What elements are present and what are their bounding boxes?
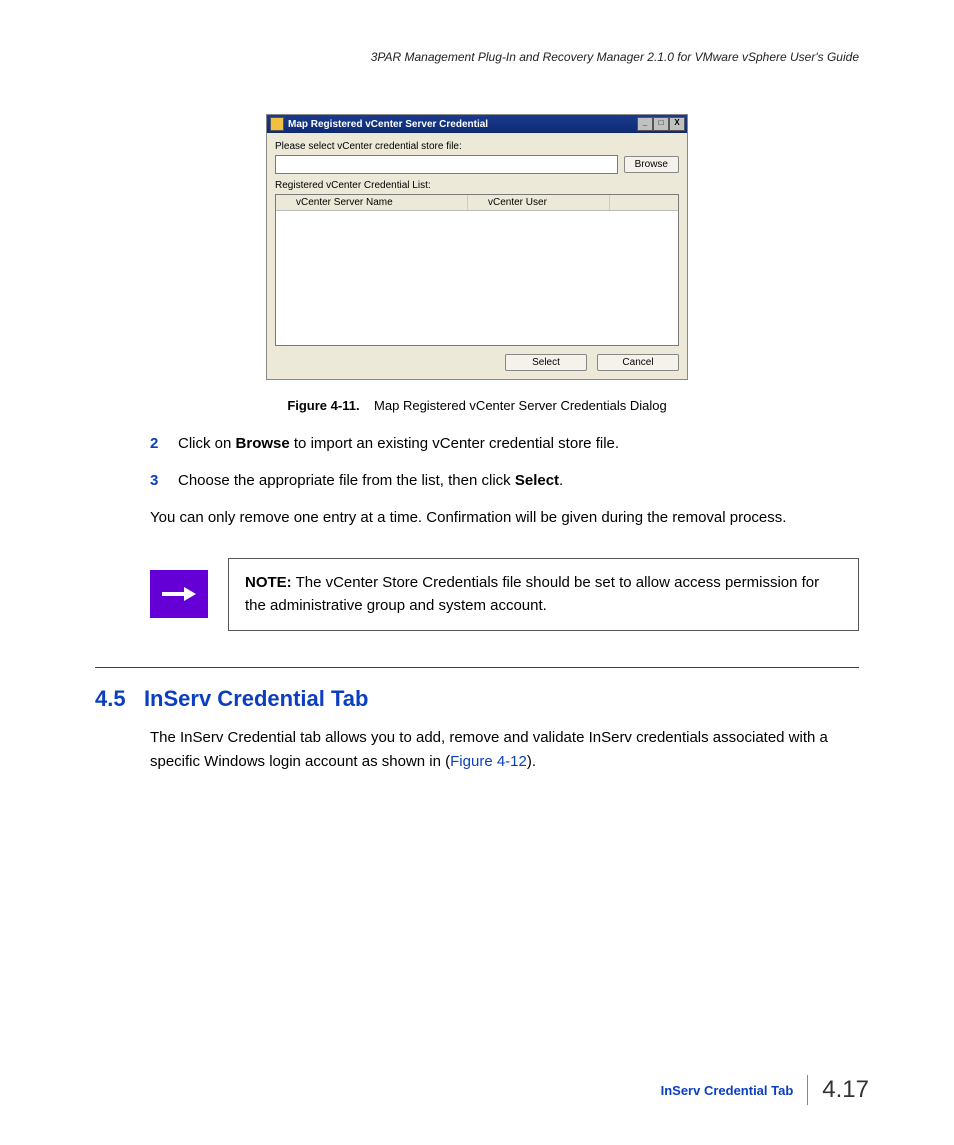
select-button[interactable]: Select	[505, 354, 587, 371]
step-bold: Select	[515, 472, 559, 489]
file-prompt-label: Please select vCenter credential store f…	[275, 141, 679, 152]
page-number: 4.17	[822, 1076, 869, 1104]
section-body: The InServ Credential tab allows you to …	[150, 726, 859, 774]
figure-link[interactable]: Figure 4-12	[450, 753, 527, 770]
footer-section-label: InServ Credential Tab	[661, 1083, 794, 1098]
file-path-input[interactable]	[275, 155, 618, 174]
step-bold: Browse	[236, 435, 290, 452]
column-server-name: vCenter Server Name	[276, 195, 468, 210]
dialog-title: Map Registered vCenter Server Credential	[288, 119, 488, 130]
footer-divider	[807, 1075, 808, 1105]
page-footer: InServ Credential Tab 4.17	[661, 1075, 869, 1105]
minimize-button[interactable]: _	[637, 117, 653, 131]
section-title: InServ Credential Tab	[144, 686, 369, 711]
page-header: 3PAR Management Plug-In and Recovery Man…	[95, 50, 859, 64]
app-icon	[270, 117, 284, 131]
browse-button[interactable]: Browse	[624, 156, 679, 173]
step-text: to import an existing vCenter credential…	[290, 435, 619, 452]
figure-caption-text: Map Registered vCenter Server Credential…	[374, 398, 667, 413]
section-text: ).	[527, 753, 536, 770]
step-number: 3	[150, 470, 178, 493]
list-label: Registered vCenter Credential List:	[275, 180, 679, 191]
step-text: .	[559, 472, 563, 489]
dialog-titlebar: Map Registered vCenter Server Credential…	[267, 115, 687, 133]
cancel-button[interactable]: Cancel	[597, 354, 679, 371]
section-divider	[95, 667, 859, 668]
step-number: 2	[150, 433, 178, 456]
section-number: 4.5	[95, 686, 126, 711]
note-arrow-icon	[150, 570, 208, 618]
figure-label: Figure 4-11.	[287, 398, 359, 413]
close-button[interactable]: X	[669, 117, 685, 131]
column-user: vCenter User	[468, 195, 610, 210]
paragraph: You can only remove one entry at a time.…	[150, 506, 859, 530]
credential-list[interactable]: vCenter Server Name vCenter User	[275, 194, 679, 346]
note-body: The vCenter Store Credentials file shoul…	[245, 574, 819, 614]
step-text: Click on	[178, 435, 236, 452]
step-text: Choose the appropriate file from the lis…	[178, 472, 515, 489]
figure-caption: Figure 4-11. Map Registered vCenter Serv…	[95, 398, 859, 413]
note-label: NOTE:	[245, 574, 292, 591]
section-heading: 4.5 InServ Credential Tab	[95, 686, 859, 712]
note-block: NOTE: The vCenter Store Credentials file…	[150, 558, 859, 631]
maximize-button[interactable]: □	[653, 117, 669, 131]
step-2: 2 Click on Browse to import an existing …	[150, 433, 859, 456]
dialog-window: Map Registered vCenter Server Credential…	[266, 114, 688, 380]
step-3: 3 Choose the appropriate file from the l…	[150, 470, 859, 493]
